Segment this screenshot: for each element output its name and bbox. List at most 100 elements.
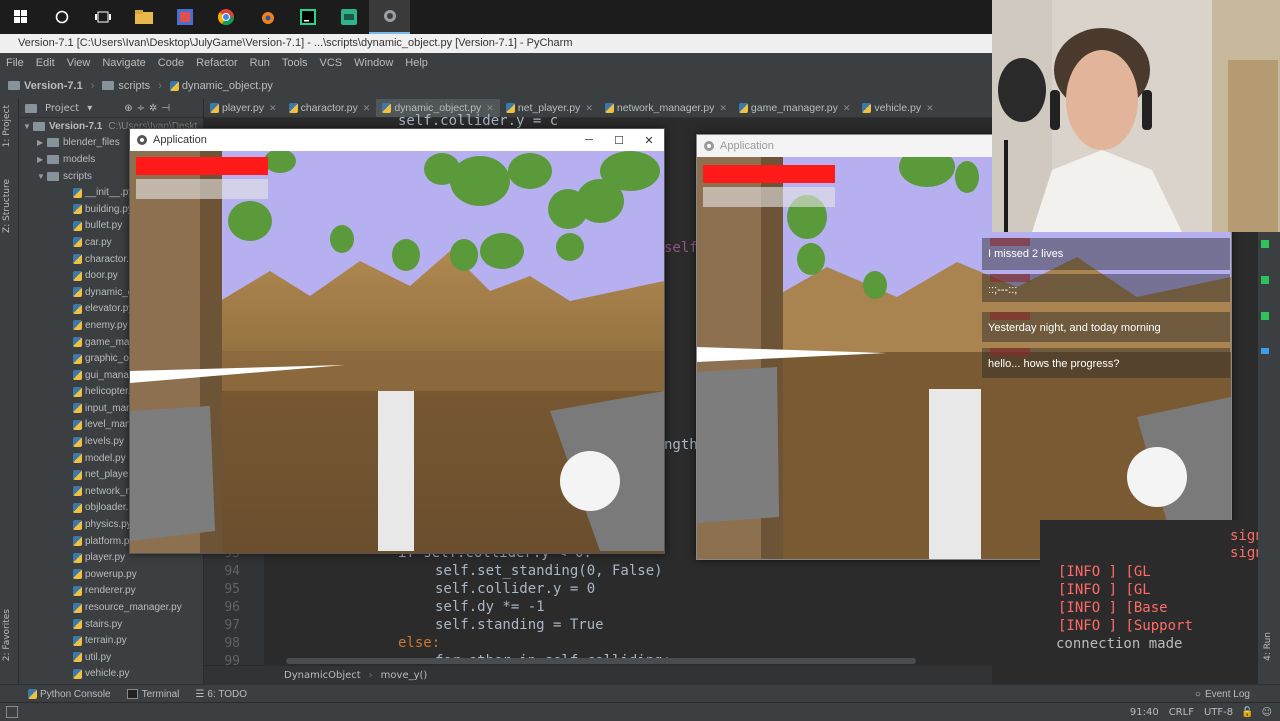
chrome-icon[interactable] <box>205 0 246 34</box>
menu-help[interactable]: Help <box>399 57 434 69</box>
python-file-icon <box>73 668 82 679</box>
python-file-icon <box>73 436 82 447</box>
breadcrumb-class[interactable]: DynamicObject <box>284 670 361 681</box>
task-view-icon[interactable] <box>82 0 123 34</box>
nav-file[interactable]: dynamic_object.py <box>169 80 273 92</box>
close-icon[interactable]: ✕ <box>719 103 727 114</box>
close-icon[interactable]: ✕ <box>363 103 371 114</box>
nav-project[interactable]: Version-7.1 › <box>8 80 94 92</box>
collapse-icon[interactable]: ÷ <box>137 103 145 114</box>
run-tool-tab[interactable]: 4: Run <box>1263 632 1273 661</box>
close-icon[interactable]: ✕ <box>585 103 593 114</box>
favorites-tool-tab[interactable]: 2: Favorites <box>2 609 12 661</box>
event-log-button[interactable]: ○ Event Log <box>1195 689 1250 700</box>
left-tool-strip: 1: Project Z: Structure 2: Favorites <box>0 99 19 684</box>
menu-file[interactable]: File <box>0 57 30 69</box>
python-file-icon <box>73 419 82 430</box>
check-icon[interactable] <box>1261 276 1269 284</box>
check-icon[interactable] <box>1261 240 1269 248</box>
tab-charactor[interactable]: charactor.py ✕ <box>283 99 377 117</box>
python-file-icon <box>73 569 82 580</box>
console-line: connection made <box>1056 636 1183 652</box>
maximize-icon[interactable]: ☐ <box>604 134 634 147</box>
tab-vehicle[interactable]: vehicle.py ✕ <box>856 99 939 117</box>
menu-refactor[interactable]: Refactor <box>190 57 244 69</box>
screen-icon[interactable] <box>1261 348 1269 354</box>
nav-folder[interactable]: scripts › <box>102 80 162 92</box>
close-icon[interactable]: ✕ <box>634 134 664 147</box>
file-explorer-icon[interactable] <box>123 0 164 34</box>
tree-file[interactable]: stairs.py <box>19 616 203 633</box>
code-fragment: ngth <box>664 437 698 453</box>
chat-message: Yesterday night, and today morning <box>982 312 1230 342</box>
tree-file[interactable]: util.py <box>19 649 203 666</box>
close-icon[interactable]: ✕ <box>269 103 277 114</box>
check-icon[interactable] <box>1261 312 1269 320</box>
menu-view[interactable]: View <box>61 57 97 69</box>
close-icon[interactable]: ✕ <box>486 103 494 114</box>
lock-icon[interactable]: 🔓 <box>1241 707 1253 718</box>
menu-code[interactable]: Code <box>152 57 190 69</box>
tree-file[interactable]: resource_manager.py <box>19 599 203 616</box>
menu-tools[interactable]: Tools <box>276 57 314 69</box>
close-icon[interactable]: ✕ <box>843 103 851 114</box>
app-icon[interactable] <box>369 0 410 34</box>
tree-file[interactable]: terrain.py <box>19 632 203 649</box>
todo-icon: ☰ <box>195 688 205 700</box>
python-file-icon <box>604 103 614 113</box>
console-line: [INFO ] [Base <box>1058 600 1168 616</box>
todo-button[interactable]: ☰ 6: TODO <box>195 689 247 700</box>
tree-file[interactable]: renderer.py <box>19 583 203 600</box>
menu-run[interactable]: Run <box>244 57 276 69</box>
breadcrumb-function[interactable]: move_y() <box>381 670 428 681</box>
console-line: [INFO ] [GL <box>1058 564 1151 580</box>
app-icon <box>137 135 147 145</box>
tree-file[interactable]: vehicle.py <box>19 666 203 683</box>
horizontal-scrollbar[interactable] <box>286 658 916 664</box>
python-file-icon <box>505 103 515 113</box>
line-separator[interactable]: CRLF <box>1169 707 1194 718</box>
hide-icon[interactable]: ⊣ <box>161 103 170 114</box>
code-line: self.standing = True <box>435 617 604 633</box>
gear-icon[interactable]: ✲ <box>149 103 157 114</box>
file-encoding[interactable]: UTF-8 <box>1204 707 1233 718</box>
tree-file[interactable]: powerup.py <box>19 566 203 583</box>
python-console-button[interactable]: Python Console <box>28 689 111 700</box>
game-viewport-1[interactable] <box>130 151 664 553</box>
blender-icon[interactable] <box>164 0 205 34</box>
health-bar <box>136 157 268 175</box>
chevron-down-icon[interactable]: ▾ <box>87 103 92 114</box>
terminal-button[interactable]: Terminal <box>126 689 179 700</box>
caret-position[interactable]: 91:40 <box>1130 707 1159 718</box>
python-file-icon <box>73 619 82 630</box>
game-window-1-titlebar[interactable]: Application ─ ☐ ✕ <box>130 129 664 151</box>
sync-icon[interactable]: ⊕ <box>124 103 132 114</box>
menu-window[interactable]: Window <box>348 57 399 69</box>
close-icon[interactable]: ✕ <box>926 103 934 114</box>
editor-breadcrumb: DynamicObject › move_y() <box>204 666 992 684</box>
tab-game-manager[interactable]: game_manager.py ✕ <box>733 99 857 117</box>
windows-start-icon[interactable] <box>0 0 41 34</box>
python-file-icon <box>73 602 82 613</box>
menu-navigate[interactable]: Navigate <box>96 57 151 69</box>
game-window-1[interactable]: Application ─ ☐ ✕ <box>129 128 665 554</box>
project-tool-tab[interactable]: 1: Project <box>2 105 12 147</box>
run-console[interactable]: sign sign [INFO ] [GL [INFO ] [GL [INFO … <box>1040 520 1280 684</box>
blender2-icon[interactable] <box>246 0 287 34</box>
tab-player[interactable]: player.py ✕ <box>204 99 283 117</box>
menu-edit[interactable]: Edit <box>30 57 61 69</box>
pycharm-icon[interactable] <box>287 0 328 34</box>
python-file-icon <box>382 103 392 113</box>
inspector-icon[interactable]: ☺ <box>1262 707 1272 718</box>
chat-username <box>990 238 1030 246</box>
terminal-icon[interactable] <box>328 0 369 34</box>
python-file-icon <box>73 469 82 480</box>
python-file-icon <box>73 403 82 414</box>
cortana-icon[interactable] <box>41 0 82 34</box>
structure-tool-tab[interactable]: Z: Structure <box>2 179 12 233</box>
project-header-label[interactable]: Project <box>45 103 79 114</box>
menu-vcs[interactable]: VCS <box>314 57 349 69</box>
tool-toggle-icon[interactable] <box>6 706 18 718</box>
minimize-icon[interactable]: ─ <box>574 134 604 146</box>
tab-network-manager[interactable]: network_manager.py ✕ <box>599 99 733 117</box>
